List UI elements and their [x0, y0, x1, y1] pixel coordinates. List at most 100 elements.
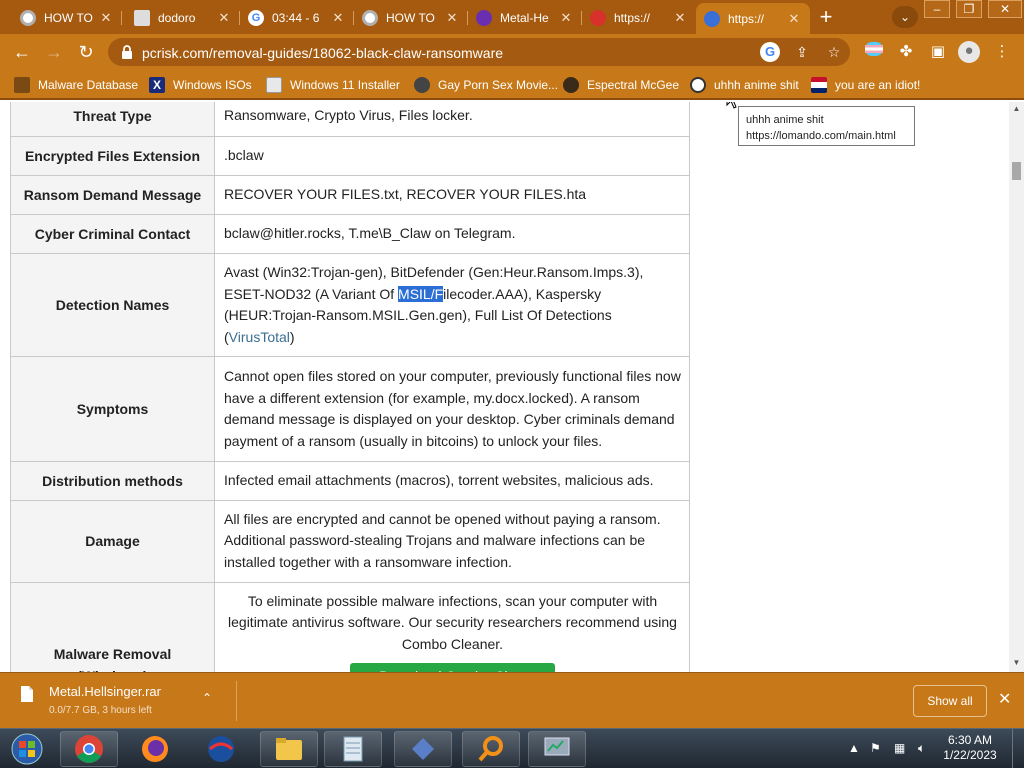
start-button[interactable]	[0, 731, 54, 767]
window-controls: – ❐ ✕	[924, 0, 1024, 20]
close-tab-icon[interactable]: ✕	[330, 10, 346, 26]
table-row: Distribution methods Infected email atta…	[10, 461, 690, 501]
profile-avatar-icon[interactable]: ●	[958, 41, 980, 63]
taskbar-explorer[interactable]	[260, 731, 318, 767]
close-window-icon[interactable]: ✕	[988, 0, 1022, 18]
row-value: To eliminate possible malware infections…	[214, 581, 690, 672]
taskbar-search-tool[interactable]	[462, 731, 520, 767]
tab-3[interactable]: G 03:44 - 6 ✕	[240, 4, 354, 32]
new-tab-icon[interactable]: +	[813, 5, 839, 31]
row-label: Threat Type	[10, 102, 215, 137]
row-label: Cyber Criminal Contact	[10, 214, 215, 254]
scroll-up-icon[interactable]: ▲	[1012, 104, 1021, 114]
scrollbar-thumb[interactable]	[1012, 162, 1021, 180]
page-scrollbar[interactable]: ▲ ▼	[1009, 102, 1024, 672]
row-value: All files are encrypted and cannot be op…	[214, 499, 690, 583]
extensions-puzzle-icon[interactable]: ✤	[896, 42, 916, 62]
tab-2[interactable]: dodoro ✕	[126, 4, 240, 32]
show-desktop-button[interactable]	[1012, 729, 1024, 768]
lock-icon	[122, 45, 132, 59]
clock-time: 6:30 AM	[947, 733, 993, 747]
chrome-icon	[75, 735, 103, 763]
bookmark-label: Gay Porn Sex Movie...	[438, 78, 559, 92]
bookmark-anime[interactable]: uhhh anime shit	[690, 76, 799, 94]
bookmarks-bar: Malware Database X Windows ISOs Windows …	[0, 70, 1024, 100]
close-tab-icon[interactable]: ✕	[444, 10, 460, 26]
share-icon[interactable]: ⇪	[792, 42, 812, 62]
taskbar-app[interactable]	[394, 731, 452, 767]
bookmark-label: you are an idiot!	[835, 78, 921, 92]
action-center-flag-icon[interactable]: ⚑	[870, 741, 881, 755]
minimize-icon[interactable]: –	[924, 0, 950, 18]
close-tab-icon[interactable]: ✕	[98, 10, 114, 26]
taskbar-chat-app[interactable]	[192, 731, 250, 767]
table-row: Ransom Demand Message RECOVER YOUR FILES…	[10, 175, 690, 215]
pcrisk-icon	[704, 10, 720, 27]
avatar-icon	[563, 77, 579, 93]
close-tab-icon[interactable]: ✕	[786, 11, 802, 27]
restore-icon[interactable]: ❐	[956, 0, 982, 18]
windows-start-icon	[11, 733, 43, 765]
bookmark-star-icon[interactable]: ☆	[824, 42, 844, 62]
url-text[interactable]: pcrisk.com/removal-guides/18062-black-cl…	[142, 45, 503, 61]
forward-arrow-icon[interactable]: →	[42, 40, 66, 64]
bookmark-windows-11-installer[interactable]: Windows 11 Installer	[266, 76, 400, 94]
address-bar[interactable]: pcrisk.com/removal-guides/18062-black-cl…	[108, 38, 850, 66]
taskbar-chrome[interactable]	[60, 731, 118, 767]
selected-text[interactable]: MSIL/F	[398, 285, 444, 302]
tab-strip: HOW TO ✕ dodoro ✕ G 03:44 - 6 ✕ HOW TO ✕…	[0, 0, 1024, 34]
row-value: Cannot open files stored on your compute…	[214, 356, 690, 462]
bookmark-malware-database[interactable]: Malware Database	[14, 76, 138, 94]
table-row: Damage All files are encrypted and canno…	[10, 499, 690, 583]
virustotal-link[interactable]: VirusTotal	[229, 329, 290, 345]
close-tab-icon[interactable]: ✕	[216, 10, 232, 26]
tray-expand-icon[interactable]: ▲	[848, 741, 860, 755]
row-label: Encrypted Files Extension	[10, 136, 215, 176]
close-tab-icon[interactable]: ✕	[558, 10, 574, 26]
taskbar-notepad[interactable]	[324, 731, 382, 767]
windows-taskbar: ▲ ⚑ ▦ 🔈︎ 6:30 AM 1/22/2023	[0, 728, 1024, 768]
bookmark-label: Espectral McGee	[587, 78, 680, 92]
google-lens-icon[interactable]: G	[760, 42, 780, 62]
chevron-up-icon[interactable]: ⌃	[202, 691, 212, 705]
close-download-bar-icon[interactable]: ✕	[998, 689, 1011, 709]
page-content: Threat Type Ransomware, Crypto Virus, Fi…	[0, 102, 1024, 672]
bookmark-label: Windows 11 Installer	[290, 78, 400, 92]
tab-separator	[121, 11, 122, 25]
bookmark-movie[interactable]: Gay Porn Sex Movie...	[414, 76, 558, 94]
tab-6[interactable]: https:// ✕	[582, 4, 696, 32]
taskbar-task-manager[interactable]	[528, 731, 586, 767]
reload-icon[interactable]: ↻	[74, 40, 98, 64]
row-label: Damage	[10, 499, 215, 583]
show-all-button[interactable]: Show all	[913, 685, 987, 717]
bookmark-windows-isos[interactable]: X Windows ISOs	[149, 76, 252, 94]
table-row: Encrypted Files Extension .bclaw	[10, 136, 690, 176]
tab-7-active[interactable]: https:// ✕	[696, 3, 810, 34]
bookmark-espectral-mcgee[interactable]: Espectral McGee	[563, 76, 679, 94]
close-tab-icon[interactable]: ✕	[672, 10, 688, 26]
download-filename[interactable]: Metal.Hellsinger.rar	[49, 684, 161, 699]
bookmark-idiot[interactable]: you are an idiot!	[811, 76, 920, 94]
back-arrow-icon[interactable]: ←	[10, 40, 34, 64]
taskbar-firefox[interactable]	[126, 731, 184, 767]
installer-icon	[266, 77, 282, 93]
extension-flag-icon[interactable]	[864, 42, 884, 62]
tab-search-icon[interactable]: ⌄	[892, 6, 918, 28]
tab-5[interactable]: Metal-He ✕	[468, 4, 582, 32]
bookmark-label: Windows ISOs	[173, 78, 252, 92]
anime-avatar-icon	[134, 10, 150, 26]
network-icon[interactable]: ▦	[894, 741, 905, 755]
tab-4[interactable]: HOW TO ✕	[354, 4, 468, 32]
volume-icon[interactable]: 🔈︎	[918, 741, 925, 756]
scroll-down-icon[interactable]: ▼	[1012, 658, 1021, 668]
system-clock[interactable]: 6:30 AM 1/22/2023	[940, 733, 1000, 763]
removal-text: To eliminate possible malware infections…	[228, 592, 677, 652]
side-panel-icon[interactable]: ▣	[928, 42, 948, 62]
menu-dots-icon[interactable]: ⋮	[992, 42, 1012, 62]
table-row: Cyber Criminal Contact bclaw@hitler.rock…	[10, 214, 690, 254]
download-combo-cleaner-button[interactable]: ▼ Download Combo Cleaner	[349, 663, 556, 672]
skull-icon	[414, 77, 430, 93]
browser-toolbar: ← → ↻ pcrisk.com/removal-guides/18062-bl…	[0, 34, 1024, 70]
tab-1[interactable]: HOW TO ✕	[12, 4, 122, 32]
row-value: Avast (Win32:Trojan-gen), BitDefender (G…	[214, 253, 690, 357]
